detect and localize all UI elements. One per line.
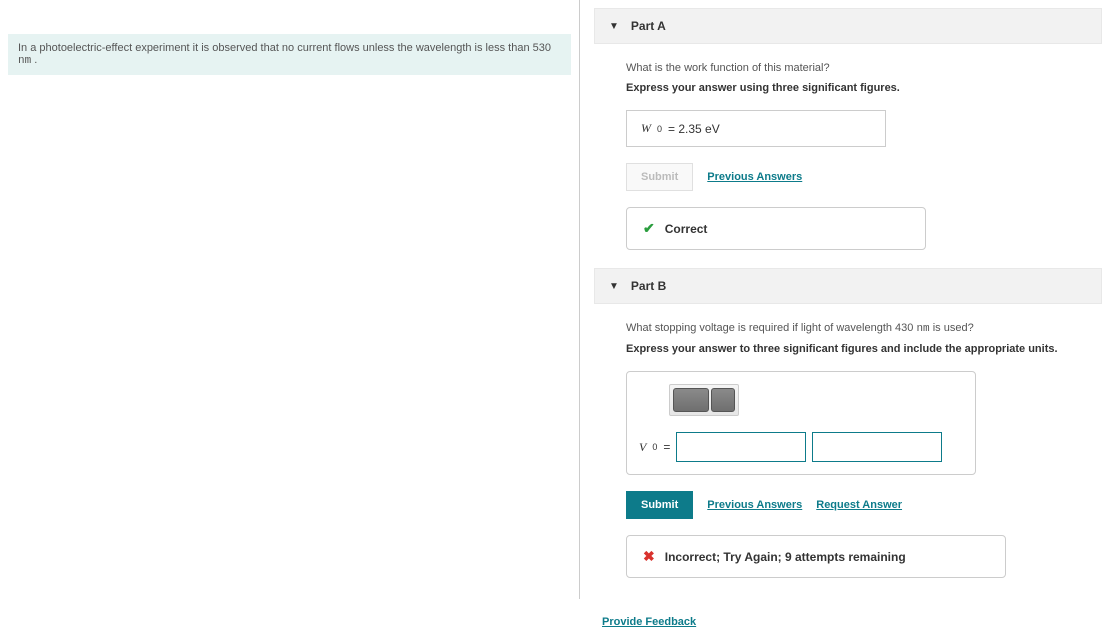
problem-unit: nm	[18, 55, 31, 67]
part-a-button-row: Submit Previous Answers	[626, 163, 1076, 191]
cross-icon: ✖	[643, 548, 655, 565]
caret-down-icon: ▼	[609, 281, 619, 292]
part-b-question: What stopping voltage is required if lig…	[626, 322, 1076, 335]
check-icon: ✔	[643, 220, 655, 237]
part-b-header[interactable]: ▼ Part B	[594, 268, 1102, 304]
units-input[interactable]	[812, 432, 942, 462]
part-b-q-prefix: What stopping voltage is required if lig…	[626, 322, 916, 334]
part-b-feedback-text: Incorrect; Try Again; 9 attempts remaini…	[665, 550, 906, 564]
value-input[interactable]	[676, 432, 806, 462]
part-a-value: = 2.35 eV	[668, 122, 720, 136]
part-b-q-unit: nm	[916, 323, 929, 335]
part-b-eq: =	[663, 440, 670, 454]
toolbar-button-2[interactable]	[711, 388, 735, 412]
part-a-question: What is the work function of this materi…	[626, 62, 1076, 74]
part-b-body: What stopping voltage is required if lig…	[580, 304, 1106, 592]
part-b-symbol: V	[639, 440, 646, 455]
problem-prefix: In a photoelectric-effect experiment it …	[18, 42, 551, 54]
provide-feedback-link[interactable]: Provide Feedback	[602, 616, 696, 628]
part-b-sub: 0	[652, 442, 657, 452]
part-b-feedback-box: ✖ Incorrect; Try Again; 9 attempts remai…	[626, 535, 1006, 578]
right-pane: ▼ Part A What is the work function of th…	[580, 0, 1106, 599]
part-b-previous-answers-link[interactable]: Previous Answers	[707, 499, 802, 511]
part-b-submit-button[interactable]: Submit	[626, 491, 693, 519]
part-a-header[interactable]: ▼ Part A	[594, 8, 1102, 44]
part-a-previous-answers-link[interactable]: Previous Answers	[707, 171, 802, 183]
equation-toolbar	[669, 384, 739, 416]
part-b-title: Part B	[631, 279, 666, 293]
toolbar-button-1[interactable]	[673, 388, 709, 412]
part-a-feedback-text: Correct	[665, 222, 708, 236]
part-a-answer-box: W0 = 2.35 eV	[626, 110, 886, 147]
part-b-instruction: Express your answer to three significant…	[626, 343, 1076, 355]
part-a-instruction: Express your answer using three signific…	[626, 82, 1076, 94]
part-b-input-panel: V0 =	[626, 371, 976, 475]
caret-down-icon: ▼	[609, 21, 619, 32]
part-b-button-row: Submit Previous Answers Request Answer	[626, 491, 1076, 519]
part-b-request-answer-link[interactable]: Request Answer	[816, 499, 902, 511]
part-a-feedback-box: ✔ Correct	[626, 207, 926, 250]
problem-statement: In a photoelectric-effect experiment it …	[8, 34, 571, 75]
part-a-symbol: W	[641, 121, 651, 136]
part-a-title: Part A	[631, 19, 666, 33]
part-a-sub: 0	[657, 124, 662, 134]
provide-feedback-row: Provide Feedback	[602, 614, 1106, 628]
part-a-body: What is the work function of this materi…	[580, 44, 1106, 264]
part-a-submit-button: Submit	[626, 163, 693, 191]
left-pane: In a photoelectric-effect experiment it …	[0, 0, 580, 599]
part-b-q-suffix: is used?	[930, 322, 974, 334]
part-b-value-row: V0 =	[639, 432, 963, 462]
problem-suffix: .	[31, 54, 37, 66]
